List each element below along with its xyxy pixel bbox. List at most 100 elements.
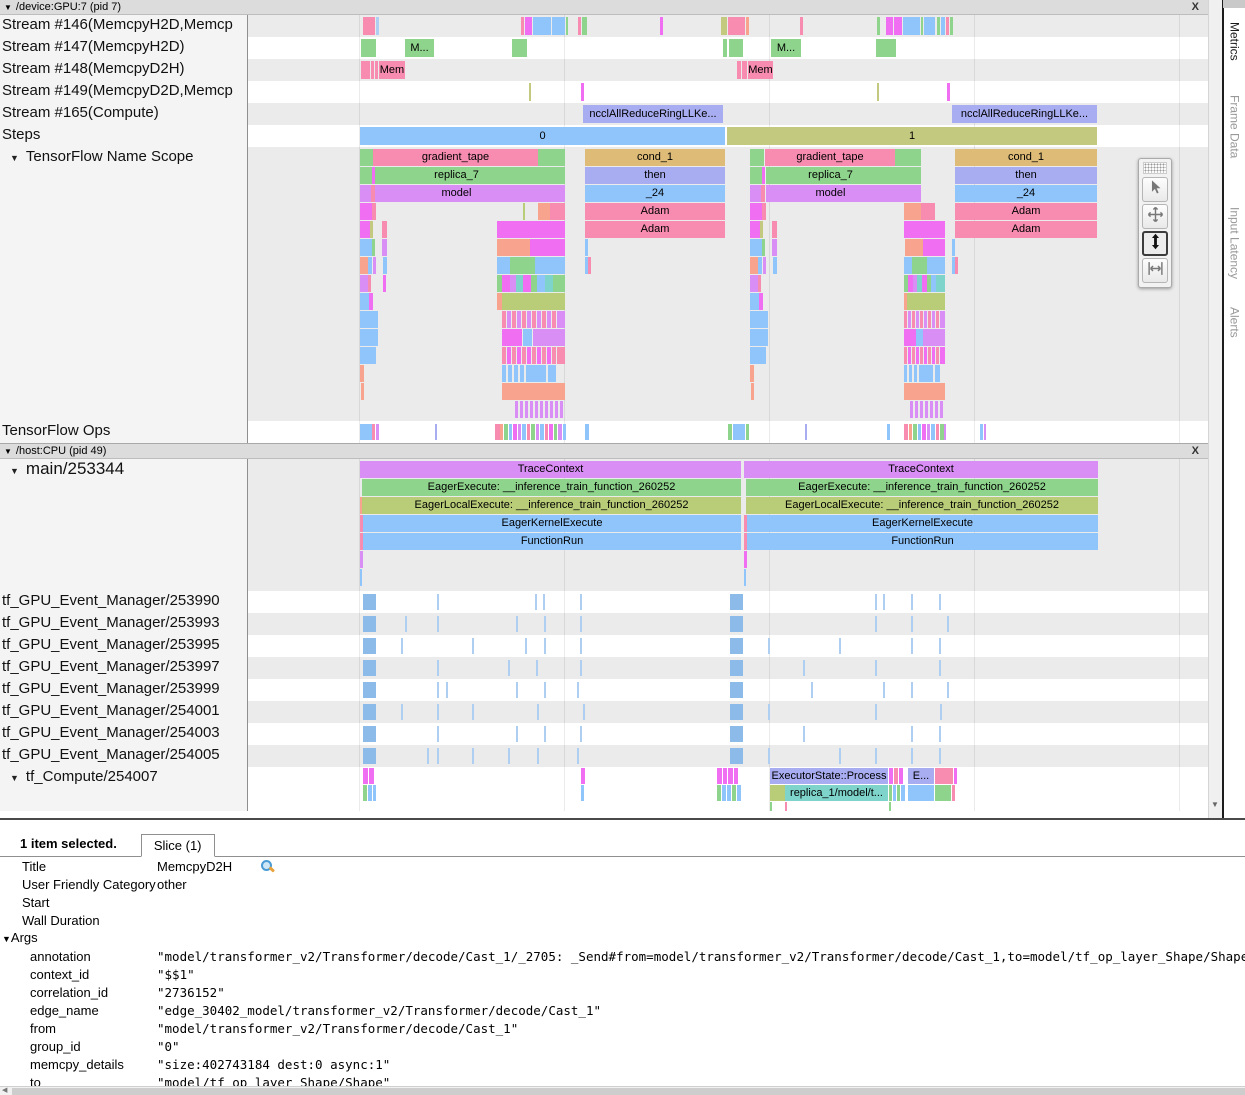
trace-slice[interactable] xyxy=(522,424,526,440)
trace-slice[interactable] xyxy=(936,275,945,292)
trace-slice[interactable] xyxy=(360,275,368,292)
event-cond-1[interactable]: cond_1 xyxy=(585,149,725,166)
trace-slice[interactable] xyxy=(935,768,953,784)
trace-slice[interactable] xyxy=(437,748,439,764)
trace-slice[interactable] xyxy=(581,785,584,801)
trace-slice[interactable] xyxy=(928,347,931,364)
scrollbar-thumb[interactable] xyxy=(12,1088,1245,1095)
event-eagerlocalexecute-inference-train-function-260252[interactable]: EagerLocalExecute: __inference_train_fun… xyxy=(746,497,1098,514)
event-24[interactable]: _24 xyxy=(585,185,725,202)
trace-slice[interactable] xyxy=(931,424,935,440)
trace-slice[interactable] xyxy=(363,748,376,764)
trace-slice[interactable] xyxy=(762,239,765,256)
trace-slice[interactable] xyxy=(497,221,565,238)
trace-slice[interactable] xyxy=(729,39,743,57)
zoom-tool[interactable] xyxy=(1142,231,1168,256)
trace-slice[interactable] xyxy=(557,311,565,328)
trace-slice[interactable] xyxy=(904,203,921,220)
event-eagerexecute-inference-train-function-260252[interactable]: EagerExecute: __inference_train_function… xyxy=(362,479,741,496)
trace-slice[interactable] xyxy=(928,311,931,328)
trace-slice[interactable] xyxy=(360,221,370,238)
trace-slice[interactable] xyxy=(368,257,372,274)
trace-slice[interactable] xyxy=(558,424,562,440)
trace-slice[interactable] xyxy=(894,17,902,35)
trace-slice[interactable] xyxy=(946,17,949,35)
trace-slice[interactable] xyxy=(875,704,877,720)
trace-slice[interactable] xyxy=(502,365,506,382)
trace-slice[interactable] xyxy=(750,239,762,256)
trace-slice[interactable] xyxy=(727,785,731,801)
trace-slice[interactable] xyxy=(532,347,536,364)
trace-slice[interactable] xyxy=(523,275,531,292)
trace-slice[interactable] xyxy=(580,726,582,742)
trace-slice[interactable] xyxy=(730,660,743,676)
event-then[interactable]: then xyxy=(955,167,1097,184)
trace-slice[interactable] xyxy=(921,203,935,220)
trace-slice[interactable] xyxy=(516,682,518,698)
trace-slice[interactable] xyxy=(588,257,591,274)
trace-slice[interactable] xyxy=(552,347,556,364)
event-24[interactable]: _24 xyxy=(955,185,1097,202)
trace-slice[interactable] xyxy=(472,748,474,764)
trace-slice[interactable] xyxy=(923,329,945,346)
trace-slice[interactable] xyxy=(904,329,916,346)
trace-slice[interactable] xyxy=(744,551,747,568)
trace-slice[interactable] xyxy=(925,401,928,418)
event-adam[interactable]: Adam xyxy=(955,203,1097,220)
trace-slice[interactable] xyxy=(800,17,803,35)
trace-slice[interactable] xyxy=(553,275,565,292)
trace-slice[interactable] xyxy=(549,424,553,440)
trace-slice[interactable] xyxy=(762,167,765,184)
trace-slice[interactable] xyxy=(895,167,921,184)
trace-slice[interactable] xyxy=(889,802,891,811)
trace-slice[interactable] xyxy=(839,638,841,654)
trace-slice[interactable] xyxy=(877,17,880,35)
trace-slice[interactable] xyxy=(361,61,370,79)
trace-slice[interactable] xyxy=(935,401,938,418)
trace-slice[interactable] xyxy=(894,768,898,784)
event-m[interactable]: M... xyxy=(405,39,434,57)
trace-slice[interactable] xyxy=(545,275,553,292)
trace-slice[interactable] xyxy=(542,311,546,328)
trace-slice[interactable] xyxy=(525,638,527,654)
trace-slice[interactable] xyxy=(750,275,758,292)
trace-slice[interactable] xyxy=(537,311,541,328)
trace-slice[interactable] xyxy=(932,311,935,328)
trace-slice[interactable] xyxy=(497,257,510,274)
trace-slice[interactable] xyxy=(750,293,759,310)
trace-slice[interactable] xyxy=(912,347,915,364)
trace-slice[interactable] xyxy=(927,257,945,274)
trace-slice[interactable] xyxy=(530,239,565,256)
trace-slice[interactable] xyxy=(518,424,521,440)
event-1[interactable]: 1 xyxy=(727,127,1097,145)
trace-slice[interactable] xyxy=(509,424,512,440)
row-label-tf-name-scope[interactable]: ▼TensorFlow Name Scope xyxy=(0,147,248,421)
trace-slice[interactable] xyxy=(538,167,565,184)
trace-slice[interactable] xyxy=(750,257,758,274)
trace-slice[interactable] xyxy=(368,785,372,801)
trace-slice[interactable] xyxy=(947,682,949,698)
trace-slice[interactable] xyxy=(560,401,563,418)
trace-slice[interactable] xyxy=(811,682,813,698)
trace-slice[interactable] xyxy=(889,785,892,801)
trace-slice[interactable] xyxy=(360,149,373,166)
event-gradient-tape[interactable]: gradient_tape xyxy=(373,149,538,166)
trace-slice[interactable] xyxy=(363,638,376,654)
trace-slice[interactable] xyxy=(535,594,537,610)
trace-slice[interactable] xyxy=(372,167,375,184)
trace-slice[interactable] xyxy=(363,704,376,720)
trace-slice[interactable] xyxy=(360,424,372,440)
trace-slice[interactable] xyxy=(921,17,923,35)
trace-slice[interactable] xyxy=(723,768,727,784)
trace-slice[interactable] xyxy=(886,17,893,35)
trace-slice[interactable] xyxy=(922,424,926,440)
event-ncclallreduceringllke[interactable]: ncclAllReduceRingLLKe... xyxy=(952,105,1097,123)
trace-slice[interactable] xyxy=(376,17,379,35)
event-tracecontext[interactable]: TraceContext xyxy=(360,461,741,478)
trace-slice[interactable] xyxy=(750,185,761,202)
trace-slice[interactable] xyxy=(887,424,890,440)
trace-slice[interactable] xyxy=(577,748,579,764)
trace-slice[interactable] xyxy=(728,424,732,440)
trace-slice[interactable] xyxy=(360,293,369,310)
trace-slice[interactable] xyxy=(730,726,743,742)
